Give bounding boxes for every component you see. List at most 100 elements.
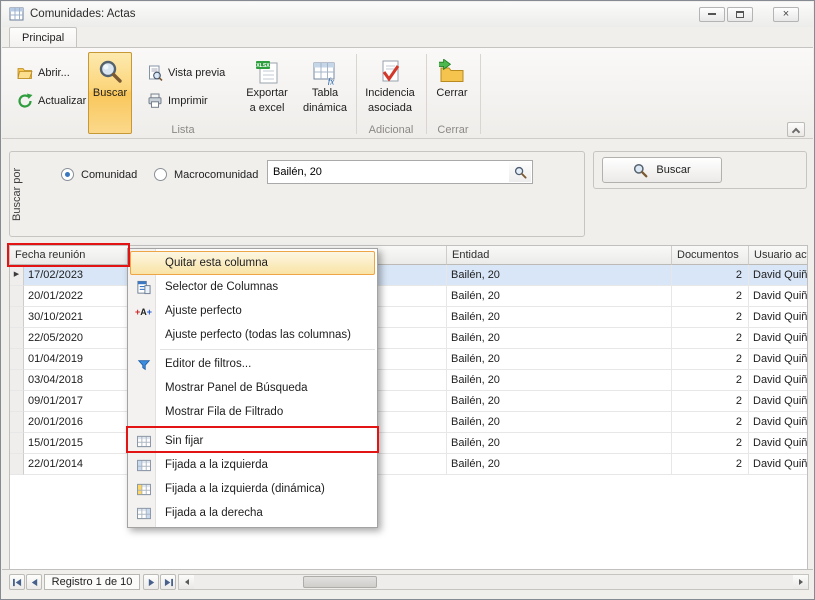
cell-usuario[interactable]: David Quiñ xyxy=(749,349,807,370)
scroll-right-button[interactable] xyxy=(793,575,808,589)
search-input[interactable] xyxy=(268,161,508,183)
scroll-left-button[interactable] xyxy=(179,575,194,589)
search-field xyxy=(267,160,533,184)
cell-usuario[interactable]: David Quiñ xyxy=(749,433,807,454)
menu-item-mostrar-panel-de-busqueda[interactable]: Mostrar Panel de Búsqueda xyxy=(130,376,375,400)
menu-item-selector-de-columnas[interactable]: Selector de Columnas xyxy=(130,275,375,299)
abrir-button[interactable]: Abrir... xyxy=(12,62,75,84)
cell-usuario[interactable]: David Quiñ xyxy=(749,265,807,286)
imprimir-button[interactable]: Imprimir xyxy=(142,90,213,112)
cell-usuario[interactable]: David Quiñ xyxy=(749,286,807,307)
close-button[interactable]: × xyxy=(773,7,799,22)
cell-fecha-reunion[interactable]: 22/05/2020 xyxy=(24,328,129,349)
cell-entidad[interactable]: Bailén, 20 xyxy=(447,349,672,370)
minimize-button[interactable] xyxy=(699,7,725,22)
column-header-usuario[interactable]: Usuario act... xyxy=(749,246,807,265)
column-header-fecha-reunion[interactable]: Fecha reunión xyxy=(10,246,129,265)
menu-item-editor-de-filtros[interactable]: Editor de filtros... xyxy=(130,352,375,376)
cell-entidad[interactable]: Bailén, 20 xyxy=(447,328,672,349)
cell-fecha-reunion[interactable]: 15/01/2015 xyxy=(24,433,129,454)
cell-entidad[interactable]: Bailén, 20 xyxy=(447,286,672,307)
last-record-button[interactable] xyxy=(160,574,176,590)
grid-left-icon xyxy=(135,458,152,473)
menu-item-label: Selector de Columnas xyxy=(165,281,278,293)
cell-entidad[interactable]: Bailén, 20 xyxy=(447,391,672,412)
cell-usuario[interactable]: David Quiñ xyxy=(749,391,807,412)
menu-item-fijada-a-la-derecha[interactable]: Fijada a la derecha xyxy=(130,501,375,525)
radio-macrocomunidad-label: Macrocomunidad xyxy=(174,169,258,181)
close-folder-icon xyxy=(439,59,465,85)
ribbon-collapse-button[interactable] xyxy=(787,122,805,137)
cell-fecha-reunion[interactable]: 30/10/2021 xyxy=(24,307,129,328)
row-indicator xyxy=(10,286,24,307)
first-record-button[interactable] xyxy=(9,574,25,590)
maximize-button[interactable] xyxy=(727,7,753,22)
cell-fecha-reunion[interactable]: 22/01/2014 xyxy=(24,454,129,475)
cell-fecha-reunion[interactable]: 09/01/2017 xyxy=(24,391,129,412)
exportar-label-2: a excel xyxy=(241,102,293,115)
cell-usuario[interactable]: David Quiñ xyxy=(749,307,807,328)
menu-item-mostrar-fila-de-filtrado[interactable]: Mostrar Fila de Filtrado xyxy=(130,400,375,424)
radio-comunidad[interactable]: Comunidad xyxy=(61,168,137,181)
next-record-button[interactable] xyxy=(143,574,159,590)
printer-icon xyxy=(147,93,163,109)
incidencia-asociada-button[interactable]: Incidencia asociada xyxy=(360,52,420,134)
titlebar: Comunidades: Actas × xyxy=(2,2,813,27)
menu-item-ajuste-perfecto-todas-las-columnas[interactable]: Ajuste perfecto (todas las columnas) xyxy=(130,323,375,347)
previous-record-button[interactable] xyxy=(26,574,42,590)
column-header-documentos[interactable]: Documentos xyxy=(672,246,749,265)
vista-previa-button[interactable]: Vista previa xyxy=(142,62,230,84)
cell-documentos[interactable]: 2 xyxy=(672,412,749,433)
field-search-button[interactable] xyxy=(509,162,531,182)
cell-documentos[interactable]: 2 xyxy=(672,349,749,370)
grid-left-dynamic-icon xyxy=(135,482,152,497)
window-title: Comunidades: Actas xyxy=(30,8,135,20)
cell-entidad[interactable]: Bailén, 20 xyxy=(447,307,672,328)
cell-usuario[interactable]: David Quiñ xyxy=(749,328,807,349)
menu-item-sin-fijar[interactable]: Sin fijar xyxy=(130,429,375,453)
cell-usuario[interactable]: David Quiñ xyxy=(749,454,807,475)
menu-item-quitar-esta-columna[interactable]: Quitar esta columna xyxy=(130,251,375,275)
menu-item-fijada-a-la-izquierda[interactable]: Fijada a la izquierda xyxy=(130,453,375,477)
exportar-excel-button[interactable]: XLSX Exportar a excel xyxy=(240,52,294,134)
menu-item-fijada-a-la-izquierda-dinamica[interactable]: Fijada a la izquierda (dinámica) xyxy=(130,477,375,501)
cell-fecha-reunion[interactable]: 20/01/2016 xyxy=(24,412,129,433)
buscar-ribbon-button[interactable]: Buscar xyxy=(88,52,132,134)
buscar-button[interactable]: Buscar xyxy=(602,157,722,183)
column-selector-icon xyxy=(135,280,152,295)
cell-entidad[interactable]: Bailén, 20 xyxy=(447,370,672,391)
actualizar-button[interactable]: Actualizar xyxy=(12,90,91,112)
cell-documentos[interactable]: 2 xyxy=(672,307,749,328)
cell-documentos[interactable]: 2 xyxy=(672,454,749,475)
tabla-dinamica-button[interactable]: fx Tabla dinámica xyxy=(298,52,352,134)
cell-fecha-reunion[interactable]: 17/02/2023 xyxy=(24,265,129,286)
cell-fecha-reunion[interactable]: 01/04/2019 xyxy=(24,349,129,370)
cerrar-button[interactable]: Cerrar xyxy=(430,52,474,134)
cell-usuario[interactable]: David Quiñ xyxy=(749,412,807,433)
first-record-icon xyxy=(12,578,23,587)
horizontal-scrollbar[interactable] xyxy=(178,574,809,590)
cell-fecha-reunion[interactable]: 03/04/2018 xyxy=(24,370,129,391)
svg-text:XLSX: XLSX xyxy=(256,63,270,69)
cell-documentos[interactable]: 2 xyxy=(672,286,749,307)
cell-documentos[interactable]: 2 xyxy=(672,265,749,286)
cell-entidad[interactable]: Bailén, 20 xyxy=(447,433,672,454)
cell-fecha-reunion[interactable]: 20/01/2022 xyxy=(24,286,129,307)
cell-entidad[interactable]: Bailén, 20 xyxy=(447,454,672,475)
cell-documentos[interactable]: 2 xyxy=(672,328,749,349)
radio-macrocomunidad[interactable]: Macrocomunidad xyxy=(154,168,258,181)
blank-icon xyxy=(135,405,152,420)
minimize-icon xyxy=(708,13,716,15)
cell-documentos[interactable]: 2 xyxy=(672,433,749,454)
cell-documentos[interactable]: 2 xyxy=(672,370,749,391)
cell-entidad[interactable]: Bailén, 20 xyxy=(447,412,672,433)
cell-documentos[interactable]: 2 xyxy=(672,391,749,412)
menu-item-ajuste-perfecto[interactable]: +A+Ajuste perfecto xyxy=(130,299,375,323)
scrollbar-thumb[interactable] xyxy=(303,576,377,588)
tab-principal[interactable]: Principal xyxy=(9,27,77,47)
cell-entidad[interactable]: Bailén, 20 xyxy=(447,265,672,286)
search-icon xyxy=(633,163,648,178)
row-indicator xyxy=(10,370,24,391)
column-header-entidad[interactable]: Entidad xyxy=(447,246,672,265)
cell-usuario[interactable]: David Quiñ xyxy=(749,370,807,391)
